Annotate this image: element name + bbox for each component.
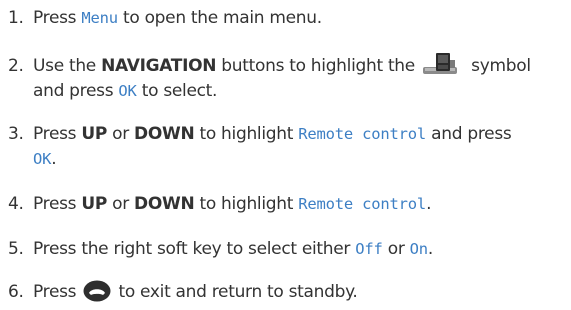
end-call-key-icon bbox=[83, 280, 111, 302]
on-option-label: On bbox=[409, 240, 428, 258]
off-option-label: Off bbox=[355, 240, 383, 258]
navigation-keyword: NAVIGATION bbox=[101, 56, 217, 76]
step-1: 1. Press Menu to open the main menu. bbox=[8, 8, 322, 28]
step-6: 6. Press to exit and return to standby. bbox=[8, 280, 358, 302]
menu-key-label: Menu bbox=[81, 9, 118, 27]
remote-control-label: Remote control bbox=[298, 125, 427, 143]
ok-key-label: OK bbox=[33, 150, 52, 168]
ok-key-label: OK bbox=[118, 82, 137, 100]
step-2: 2. Use the NAVIGATION buttons to highligh… bbox=[8, 52, 564, 104]
step-4: 4. Press UP or DOWN to highlight Remote c… bbox=[8, 194, 432, 214]
step-5: 5. Press the right soft key to select eit… bbox=[8, 239, 434, 259]
step-3: 3. Press UP or DOWN to highlight Remote c… bbox=[8, 124, 512, 169]
settings-symbol-icon bbox=[422, 52, 464, 76]
remote-control-label: Remote control bbox=[298, 195, 427, 213]
instruction-list: 1. Press Menu to open the main menu. 2. Us… bbox=[0, 0, 571, 308]
